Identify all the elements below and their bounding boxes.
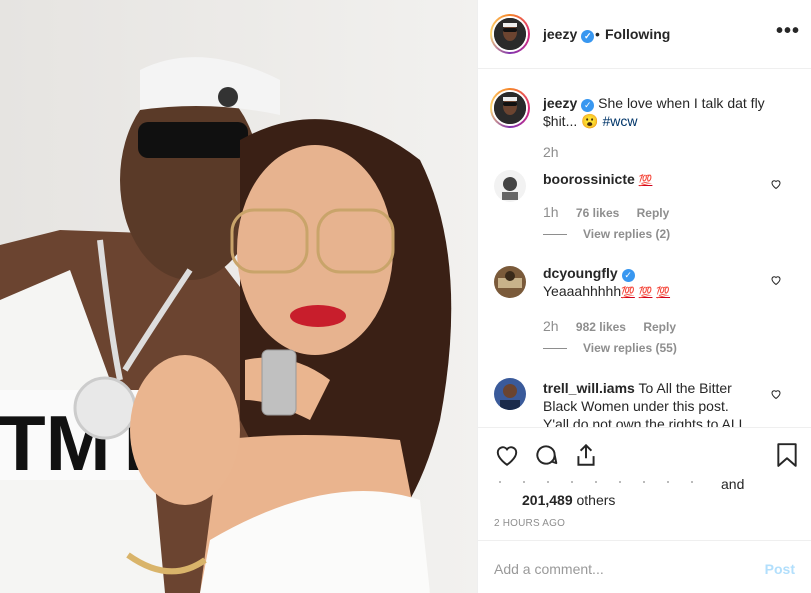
likes-and: and [721, 476, 745, 492]
post-comment-button[interactable]: Post [765, 561, 795, 577]
post-header: jeezy ✓ • Following ••• [478, 0, 811, 69]
photo-illustration: TMT [0, 0, 477, 593]
caption-username[interactable]: jeezy [543, 95, 577, 111]
likes-others[interactable]: others [577, 492, 616, 508]
comment-text: dcyoungfly ✓ Yeaaahhhhh💯 💯 💯 [543, 264, 768, 302]
post-actions-bar [478, 427, 811, 483]
comment-like-heart-icon[interactable] [770, 388, 782, 400]
comment-icon[interactable] [533, 442, 559, 468]
view-replies-line [543, 234, 567, 236]
comment-meta: 2h 982 likes Reply [543, 318, 690, 334]
comment-avatar[interactable] [494, 378, 526, 410]
comment-username[interactable]: dcyoungfly [543, 265, 618, 281]
comment-text: trell_will.iams To All the Bitter Black … [543, 379, 768, 427]
author-avatar[interactable] [490, 14, 530, 54]
heart-icon[interactable] [494, 442, 520, 468]
hundred-emoji-icon: 💯 [638, 175, 653, 187]
more-options-icon[interactable]: ••• [776, 20, 800, 43]
comment-body-line1: To All the Bitter [638, 380, 732, 396]
comment-meta: 1h 76 likes Reply [543, 204, 683, 220]
likes-count[interactable]: 201,489 others [522, 492, 615, 508]
caption-text-line1: She love when I talk dat fly [598, 95, 765, 111]
caption-avatar[interactable] [490, 88, 530, 128]
comment-like-heart-icon[interactable] [770, 178, 782, 190]
comment-avatar[interactable] [494, 170, 526, 202]
liked-by-obscured-line [499, 481, 709, 483]
caption-text-line2: $hit... [543, 113, 578, 129]
comment-avatar[interactable] [494, 266, 526, 298]
view-replies-line [543, 348, 567, 350]
comment-time[interactable]: 1h [543, 204, 559, 220]
post-caption: jeezy ✓ She love when I talk dat fly $hit… [543, 94, 788, 130]
comment-reply-button[interactable]: Reply [643, 320, 676, 334]
caption-time[interactable]: 2h [543, 144, 559, 160]
verified-badge-icon: ✓ [621, 269, 635, 282]
following-button[interactable]: Following [605, 26, 670, 42]
post-side-panel: jeezy ✓ • Following ••• jeezy ✓ She love w… [477, 0, 811, 593]
verified-badge-icon: ✓ [581, 99, 595, 112]
comment-username[interactable]: boorossinicte [543, 171, 635, 187]
share-icon[interactable] [573, 442, 599, 468]
verified-badge-icon: ✓ [581, 30, 595, 43]
hashtag-link[interactable]: #wcw [602, 113, 637, 129]
surprised-emoji-icon: 😮 [581, 113, 599, 129]
comment-text: boorossinicte 💯 [543, 170, 768, 190]
comment-body: Yeaaahhhhh [543, 283, 622, 299]
comment-likes[interactable]: 76 likes [576, 206, 619, 220]
comments-list[interactable]: jeezy ✓ She love when I talk dat fly $hit… [478, 70, 811, 427]
comment-likes[interactable]: 982 likes [576, 320, 626, 334]
comment-reply-button[interactable]: Reply [637, 206, 670, 220]
comment-body-line3: Y'all do not own the rights to ALL [543, 416, 747, 427]
likes-count-number[interactable]: 201,489 [522, 492, 573, 508]
comment-body-line2: Black Women under this post. [543, 398, 729, 414]
author-username[interactable]: jeezy ✓ [543, 26, 595, 43]
view-replies-button[interactable]: View replies (55) [543, 341, 677, 355]
comment-username[interactable]: trell_will.iams [543, 380, 635, 396]
author-username-text[interactable]: jeezy [543, 26, 577, 42]
add-comment-bar: Add a comment... Post [478, 540, 811, 593]
separator-dot: • [595, 26, 600, 42]
view-replies-label[interactable]: View replies (2) [583, 227, 670, 241]
hundred-emoji-icon: 💯 [621, 287, 635, 299]
comment-like-heart-icon[interactable] [770, 274, 782, 286]
hundred-emoji-icon: 💯 [656, 287, 671, 299]
post-timestamp[interactable]: 2 HOURS AGO [494, 518, 565, 529]
view-replies-label[interactable]: View replies (55) [583, 341, 677, 355]
bookmark-icon[interactable] [776, 442, 798, 468]
comment-time[interactable]: 2h [543, 318, 559, 334]
add-comment-input[interactable]: Add a comment... [494, 561, 604, 577]
hundred-emoji-icon: 💯 [638, 287, 653, 299]
post-photo[interactable]: TMT [0, 0, 477, 593]
view-replies-button[interactable]: View replies (2) [543, 227, 670, 241]
